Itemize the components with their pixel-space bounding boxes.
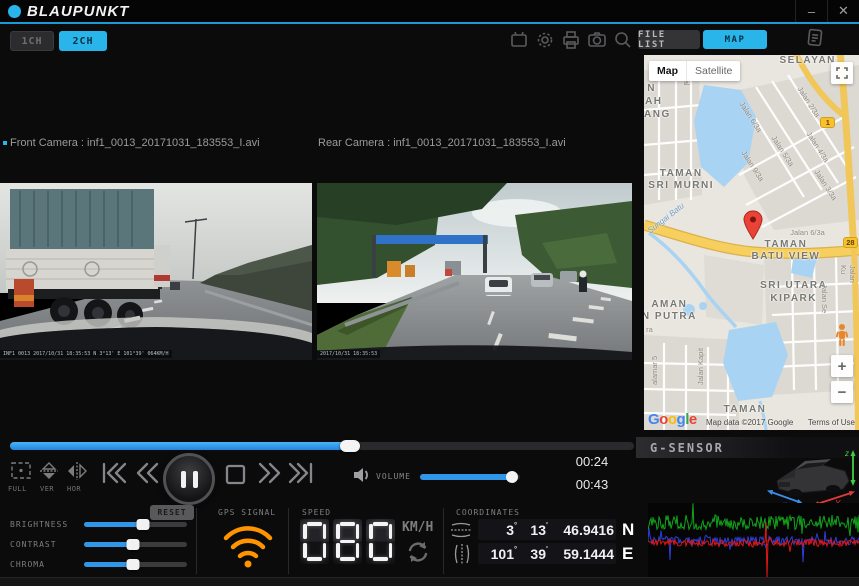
longitude-icon — [453, 543, 471, 570]
longitude-value: 101° 39' 59.1444 — [478, 543, 616, 564]
brand-logo-icon — [8, 5, 21, 18]
flip-vertical-button[interactable] — [38, 461, 60, 481]
notes-icon[interactable] — [803, 27, 825, 49]
map-attribution: Map data ©2017 Google — [706, 418, 793, 427]
speed-digit — [333, 519, 362, 564]
route-shield: 28 — [843, 237, 858, 248]
zoom-icon[interactable] — [612, 29, 634, 51]
gsensor-title: G-SENSOR — [636, 441, 724, 455]
chroma-label: CHROMA — [10, 560, 45, 569]
seek-handle[interactable] — [340, 440, 360, 452]
front-camera-bullet — [3, 141, 7, 145]
app-window: BLAUPUNKT – ✕ 1CH 2CH FILE LIST MAP Fron… — [0, 0, 859, 586]
map-canvas — [644, 55, 859, 430]
contrast-label: CONTRAST — [10, 540, 57, 549]
reset-button[interactable]: RESET — [150, 505, 194, 520]
terms-of-use-link[interactable]: Terms of Use — [808, 418, 855, 427]
total-time: 00:43 — [570, 477, 614, 492]
volume-fill — [420, 474, 512, 480]
divider — [288, 508, 289, 574]
tab-file-list[interactable]: FILE LIST — [638, 30, 700, 49]
front-video-watermark: INF1 0013 2017/10/31 18:35:53 N 3°13' E … — [0, 350, 172, 358]
map-type-map-button[interactable]: Map — [649, 61, 686, 81]
divider — [196, 508, 197, 574]
seek-fill — [10, 442, 350, 450]
axis-z-label: z — [844, 449, 849, 458]
settings-icon[interactable] — [534, 29, 556, 51]
flip-horizontal-button[interactable] — [66, 461, 88, 481]
brightness-label: BRIGHTNESS — [10, 520, 68, 529]
footer-strip — [0, 577, 859, 586]
front-camera-label: Front Camera : inf1_0013_20171031_183553… — [10, 137, 260, 149]
divider — [443, 508, 444, 574]
hor-label: HOR — [67, 485, 81, 493]
volume-slider[interactable] — [420, 474, 520, 480]
accent-divider — [0, 22, 859, 24]
title-bar: BLAUPUNKT – ✕ — [0, 0, 859, 22]
front-camera-video: INF1 0013 2017/10/31 18:35:53 N 3°13' E … — [0, 183, 312, 360]
latitude-icon — [450, 521, 472, 544]
rewind-button[interactable] — [134, 461, 160, 485]
pause-icon — [181, 471, 186, 488]
rear-video-watermark: 2017/10/31 18:35:53 — [317, 350, 380, 358]
ver-label: VER — [40, 485, 54, 493]
brightness-slider[interactable] — [84, 522, 187, 527]
speed-digit — [366, 519, 395, 564]
speed-digit — [300, 519, 329, 564]
gsensor-waveform — [648, 503, 859, 583]
volume-label: VOLUME — [376, 472, 411, 481]
print-icon[interactable] — [560, 29, 582, 51]
skip-back-button[interactable] — [100, 461, 126, 485]
map-zoom-in-button[interactable]: + — [831, 355, 853, 377]
latitude-value: 3° 13' 46.9416 — [478, 519, 616, 540]
contrast-slider[interactable] — [84, 542, 187, 547]
gps-signal-label: GPS SIGNAL — [218, 508, 276, 517]
contrast-handle[interactable] — [127, 539, 140, 550]
map-type-satellite-button[interactable]: Satellite — [686, 61, 740, 81]
minimize-button[interactable]: – — [795, 0, 827, 22]
fast-forward-button[interactable] — [256, 461, 282, 485]
longitude-direction: E — [622, 544, 642, 564]
channel-2-button[interactable]: 2CH — [59, 31, 107, 51]
display-icon[interactable] — [508, 29, 530, 51]
speed-label: SPEED — [302, 508, 331, 517]
stop-button[interactable] — [224, 464, 250, 488]
app-title: BLAUPUNKT — [27, 3, 129, 20]
map-marker-pin[interactable] — [743, 210, 763, 240]
rear-camera-video: 2017/10/31 18:35:53 — [317, 183, 632, 360]
chroma-handle[interactable] — [127, 559, 140, 570]
map-fullscreen-button[interactable] — [831, 62, 853, 84]
full-screen-view-button[interactable] — [10, 461, 32, 481]
current-time: 00:24 — [570, 454, 614, 469]
volume-handle[interactable] — [506, 471, 518, 483]
tab-map[interactable]: MAP — [703, 30, 767, 49]
channel-1-button[interactable]: 1CH — [10, 31, 54, 51]
route-shield: 1 — [820, 117, 835, 128]
seek-bar[interactable] — [10, 442, 634, 450]
speaker-icon[interactable] — [352, 466, 372, 484]
snapshot-icon[interactable] — [586, 29, 608, 51]
pause-button[interactable] — [163, 453, 215, 505]
gps-signal-icon — [220, 518, 276, 575]
google-logo[interactable]: Google — [648, 411, 697, 428]
speed-unit: KM/H — [402, 520, 433, 535]
brightness-handle[interactable] — [136, 519, 149, 530]
refresh-icon[interactable] — [406, 541, 430, 563]
pegman-icon[interactable] — [833, 323, 851, 347]
map-zoom-out-button[interactable]: − — [831, 381, 853, 403]
skip-forward-button[interactable] — [288, 461, 314, 485]
full-label: FULL — [8, 485, 27, 493]
coordinates-label: COORDINATES — [456, 508, 520, 517]
latitude-direction: N — [622, 520, 642, 540]
chroma-slider[interactable] — [84, 562, 187, 567]
map-panel[interactable]: SELAYANNAHANGJalTAMAN SRI MURNIJalan 6/3… — [644, 55, 859, 430]
rear-camera-label: Rear Camera : inf1_0013_20171031_183553_… — [318, 137, 566, 149]
map-type-control: Map Satellite — [649, 61, 740, 81]
close-button[interactable]: ✕ — [827, 0, 859, 22]
speed-digits — [300, 519, 395, 564]
